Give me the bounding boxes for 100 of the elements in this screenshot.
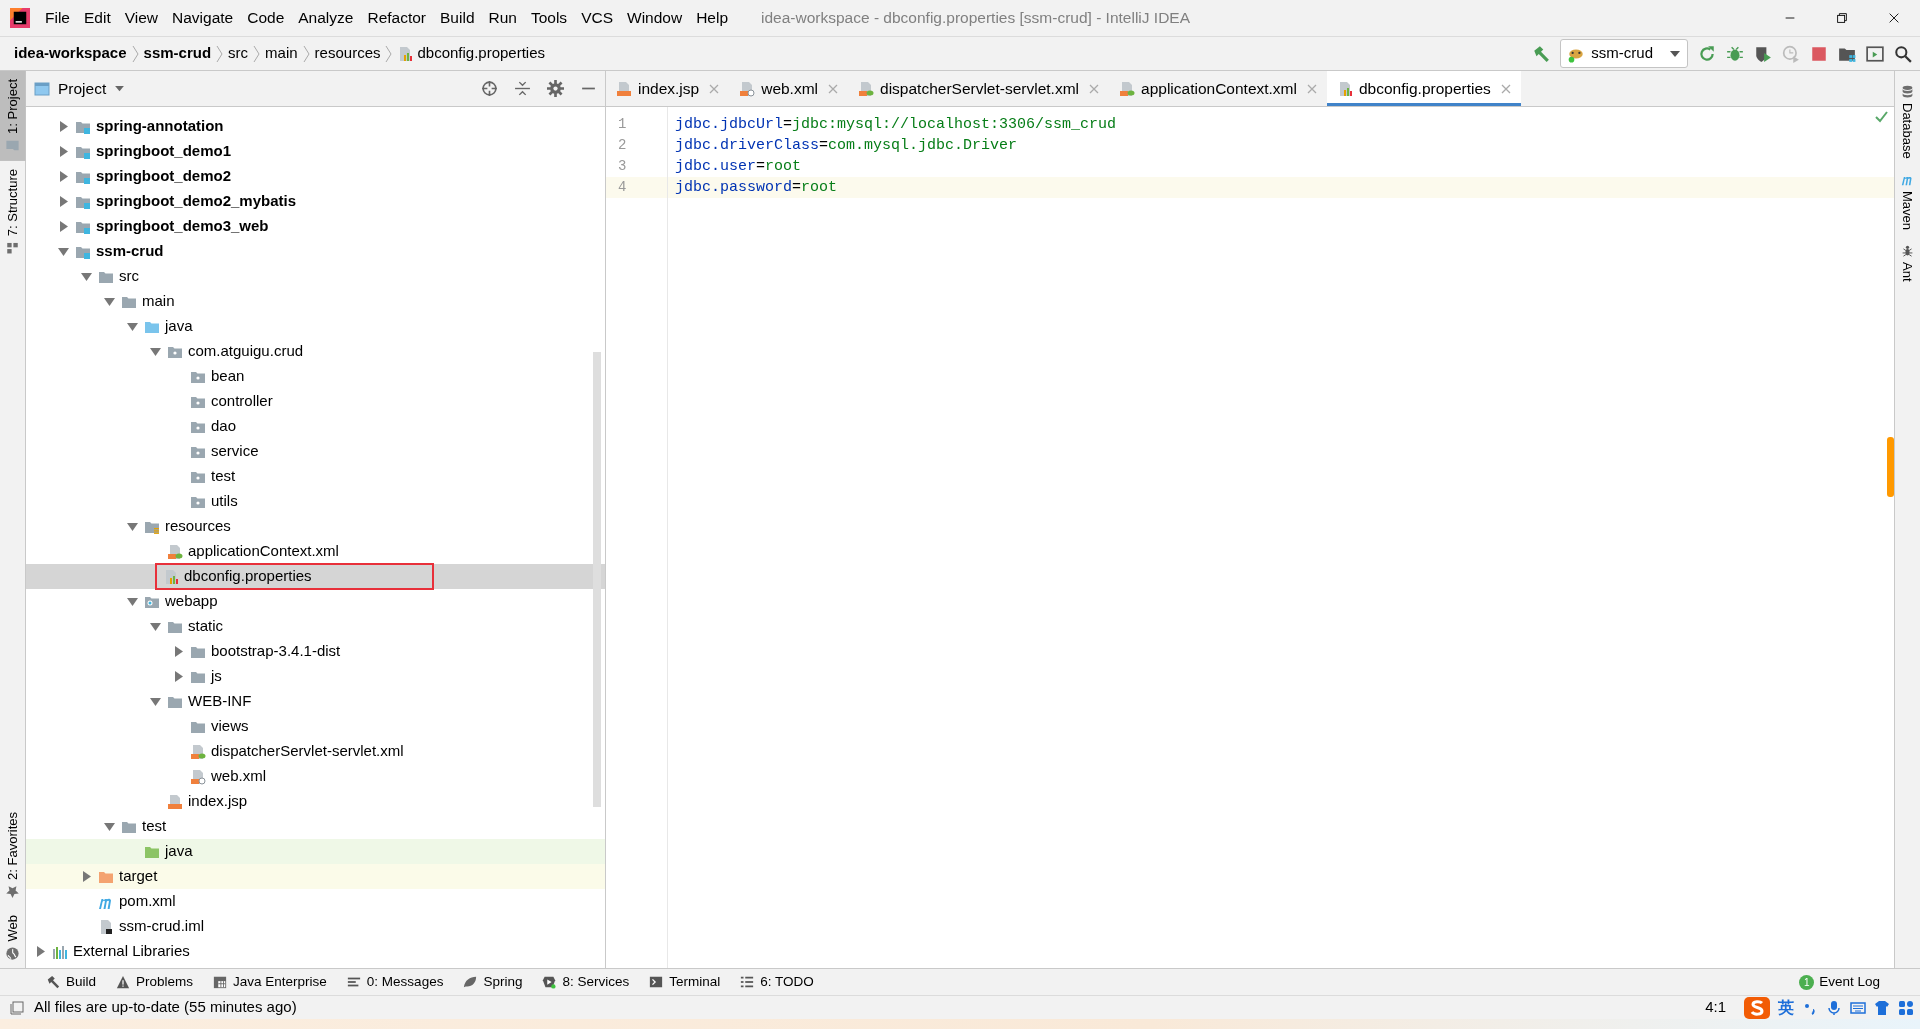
event-log-button[interactable]: Event Log — [1819, 971, 1880, 993]
expand-arrow-icon[interactable] — [58, 146, 69, 157]
tree-item[interactable]: static — [165, 615, 225, 638]
breadcrumb-item[interactable]: main — [265, 42, 298, 65]
tree-item[interactable]: springboot_demo2_mybatis — [73, 190, 299, 213]
menu-item[interactable]: Analyze — [291, 6, 361, 30]
scrollbar-thumb[interactable] — [1887, 437, 1894, 497]
tool-window-tab[interactable]: 7: Structure — [0, 160, 26, 264]
editor-tab[interactable]: applicationContext.xml — [1109, 71, 1327, 106]
menu-item[interactable]: Code — [240, 6, 292, 30]
tree-item[interactable]: WEB-INF — [165, 690, 254, 713]
menu-item[interactable]: Window — [620, 6, 690, 30]
tool-window-button[interactable]: 0: Messages — [338, 971, 452, 993]
tree-item[interactable]: ssm-crud — [73, 240, 166, 263]
tree-item[interactable]: target — [96, 865, 160, 888]
debug-bug-icon[interactable] — [1726, 44, 1744, 63]
breadcrumb-item[interactable]: idea-workspace — [14, 42, 127, 65]
tree-item[interactable]: dispatcherServlet-servlet.xml — [188, 740, 406, 763]
tree-item[interactable]: web.xml — [188, 765, 268, 788]
build-hammer-icon[interactable] — [1532, 44, 1551, 63]
collapse-arrow-icon[interactable] — [58, 246, 69, 257]
tool-window-button[interactable]: Terminal — [641, 971, 729, 993]
tree-item[interactable]: java — [142, 840, 195, 863]
tree-item[interactable]: dao — [188, 415, 239, 438]
microphone-icon[interactable] — [1826, 999, 1842, 1016]
tree-item[interactable]: test — [188, 465, 238, 488]
collapse-arrow-icon[interactable] — [104, 821, 115, 832]
menu-item[interactable]: Refactor — [360, 6, 434, 30]
breadcrumb-item[interactable]: src — [228, 42, 249, 65]
tree-item[interactable]: springboot_demo2 — [73, 165, 233, 188]
expand-arrow-icon[interactable] — [35, 946, 46, 957]
tool-window-tab[interactable]: Ant — [1895, 239, 1920, 292]
input-method-logo-icon[interactable] — [1744, 996, 1770, 1019]
menu-item[interactable]: File — [38, 6, 77, 30]
menu-item[interactable]: Navigate — [165, 6, 241, 30]
menu-item[interactable]: Build — [433, 6, 482, 30]
tree-item[interactable]: src — [96, 265, 141, 288]
tree-item[interactable]: springboot_demo1 — [73, 140, 233, 163]
menu-item[interactable]: View — [117, 6, 166, 30]
tree-item[interactable]: bootstrap-3.4.1-dist — [188, 640, 343, 663]
expand-arrow-icon[interactable] — [173, 671, 184, 682]
tree-item[interactable]: index.jsp — [165, 790, 250, 813]
collapse-arrow-icon[interactable] — [150, 346, 161, 357]
tool-window-tab[interactable]: Database — [1895, 81, 1920, 169]
tool-window-button[interactable]: Build — [38, 971, 105, 993]
tool-window-button[interactable]: Java Enterprise — [205, 971, 335, 993]
expand-arrow-icon[interactable] — [58, 171, 69, 182]
project-view-dropdown[interactable]: Project — [34, 76, 126, 101]
search-icon[interactable] — [1894, 44, 1912, 63]
tool-window-button[interactable]: 6: TODO — [732, 971, 822, 993]
tree-item[interactable]: bean — [188, 365, 247, 388]
expand-arrow-icon[interactable] — [58, 196, 69, 207]
grid-icon[interactable] — [1898, 999, 1914, 1016]
tree-item[interactable]: External Libraries — [50, 940, 192, 963]
menu-item[interactable]: Help — [689, 6, 736, 30]
tool-window-button[interactable]: Spring — [455, 971, 531, 993]
collapse-arrow-icon[interactable] — [150, 696, 161, 707]
collapse-all-icon[interactable] — [514, 80, 531, 97]
tree-item[interactable]: js — [188, 665, 224, 688]
collapse-arrow-icon[interactable] — [81, 271, 92, 282]
tool-window-button[interactable]: Problems — [108, 971, 202, 993]
menu-item[interactable]: Run — [481, 6, 524, 30]
run-configuration-dropdown[interactable]: ssm-crud — [1560, 39, 1688, 68]
tree-item[interactable]: java — [142, 315, 195, 338]
close-icon[interactable] — [1887, 11, 1901, 25]
collapse-arrow-icon[interactable] — [104, 296, 115, 307]
tool-window-tab[interactable]: 1: Project — [0, 71, 26, 161]
editor-tab[interactable]: dbconfig.properties — [1327, 71, 1521, 106]
tree-item[interactable]: resources — [142, 515, 233, 538]
rerun-icon[interactable] — [1698, 44, 1716, 63]
collapse-arrow-icon[interactable] — [150, 621, 161, 632]
breadcrumb-item[interactable]: dbconfig.properties — [397, 42, 546, 65]
input-language-toggle[interactable]: 英 — [1778, 995, 1794, 1020]
tool-window-tab[interactable]: Maven — [1895, 168, 1920, 240]
collapse-arrow-icon[interactable] — [127, 521, 138, 532]
editor-tab[interactable]: web.xml — [729, 71, 849, 106]
tree-item[interactable]: main — [119, 290, 177, 313]
keyboard-icon[interactable] — [1850, 999, 1866, 1016]
shirt-icon[interactable] — [1874, 999, 1890, 1016]
tree-item[interactable]: test — [119, 815, 169, 838]
tree-item[interactable]: spring-annotation — [73, 115, 226, 138]
tree-item[interactable]: webapp — [142, 590, 220, 613]
tool-window-tab[interactable]: 2: Favorites — [0, 803, 26, 907]
tree-item[interactable]: pom.xml — [96, 890, 178, 913]
tree-item[interactable]: controller — [188, 390, 275, 413]
tree-item[interactable]: com.atguigu.crud — [165, 340, 306, 363]
breadcrumb-item[interactable]: ssm-crud — [143, 42, 212, 65]
menu-item[interactable]: VCS — [574, 6, 620, 30]
toggle-tool-windows-icon[interactable] — [10, 1000, 24, 1015]
tree-item[interactable]: applicationContext.xml — [165, 540, 341, 563]
tool-window-tab[interactable]: Web — [0, 906, 26, 968]
run-window-icon[interactable] — [1866, 44, 1884, 63]
expand-arrow-icon[interactable] — [58, 221, 69, 232]
settings-gear-icon[interactable] — [547, 80, 564, 97]
tree-item[interactable]: utils — [188, 490, 240, 513]
stop-icon[interactable] — [1810, 44, 1828, 63]
tree-item[interactable]: ssm-crud.iml — [96, 915, 206, 938]
coverage-shield-icon[interactable] — [1754, 44, 1772, 63]
locate-crosshair-icon[interactable] — [481, 80, 498, 97]
expand-arrow-icon[interactable] — [58, 121, 69, 132]
